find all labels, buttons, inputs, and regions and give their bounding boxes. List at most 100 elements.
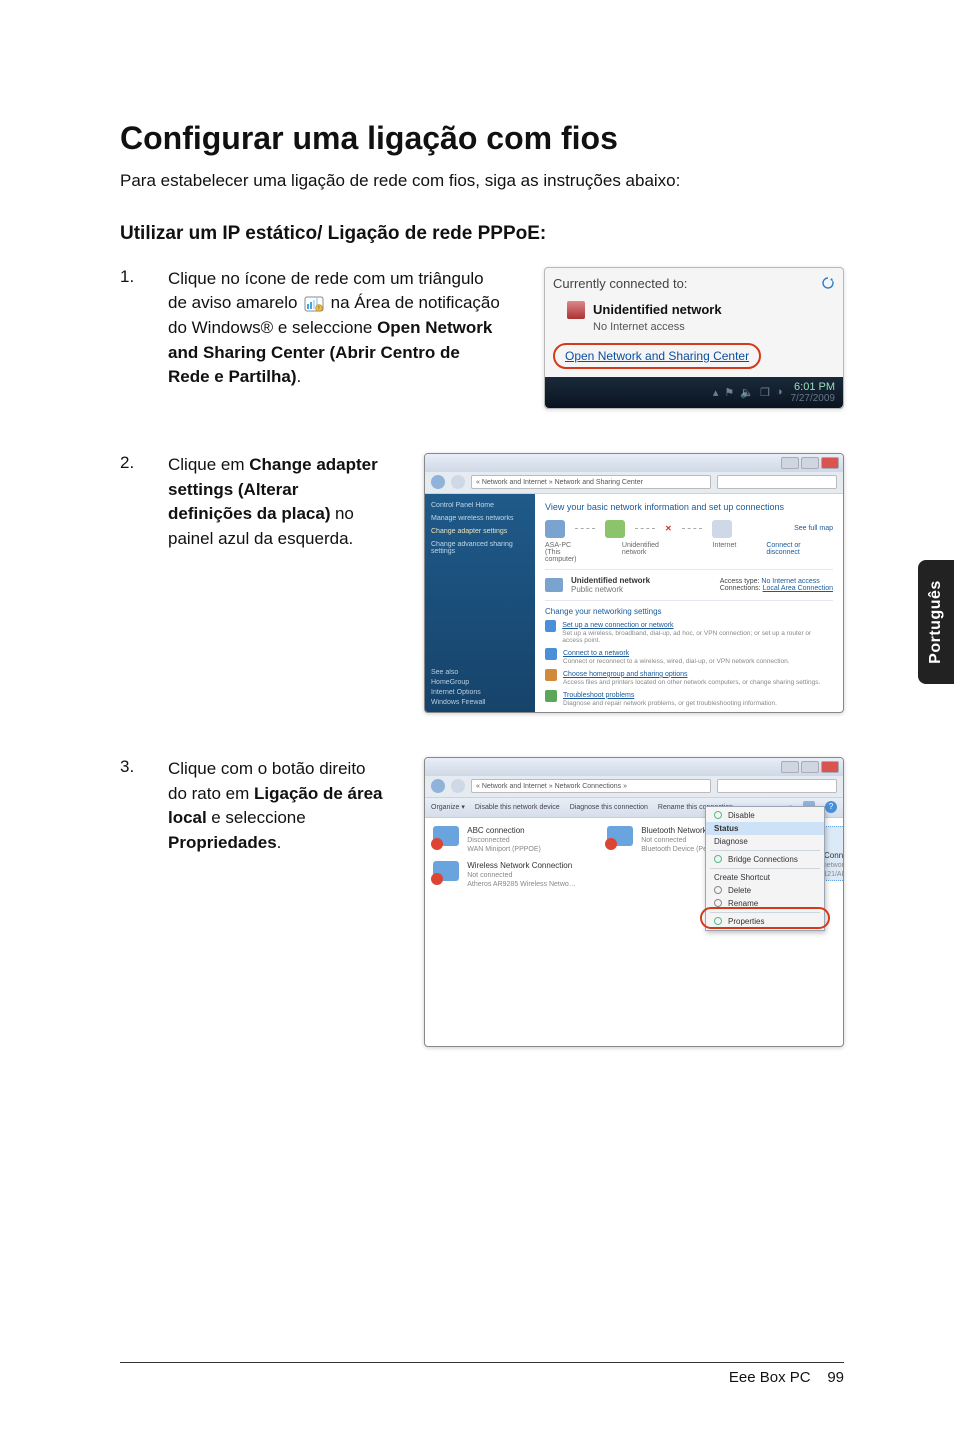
active-net-title: Unidentified network [571,576,650,585]
sidebar-manage-wireless[interactable]: Manage wireless networks [431,515,529,522]
screenshot-connections-window: « Network and Internet » Network Connect… [424,757,844,1047]
step-1: 1. Clique no ícone de rede com um triâng… [120,267,844,409]
page-title: Configurar uma ligação com fios [120,120,844,157]
see-also-firewall[interactable]: Windows Firewall [431,699,531,706]
tb-organize[interactable]: Organize ▾ [431,803,465,811]
open-sharing-center-link[interactable]: Open Network and Sharing Center [553,343,761,369]
network-sub: No Internet access [593,321,835,333]
taskbar: ▴ ⚑ 🔈 ❐ ◑ 6:01 PM 7/27/2009 [545,377,843,408]
radio-icon [714,855,722,863]
search-input[interactable] [717,779,837,793]
homegroup-link[interactable]: Choose homegroup and sharing options [563,671,688,678]
menu-disable[interactable]: Disable [706,809,824,822]
step3-c: e seleccione [211,808,306,827]
homegroup-sub: Access files and printers located on oth… [563,679,820,686]
sidebar-advanced-sharing[interactable]: Change advanced sharing settings [431,541,529,555]
step-3: 3. Clique com o botão direito do rato em… [120,757,844,1047]
conn-status: Not connected [467,872,512,879]
side-panel: Control Panel Home Manage wireless netwo… [425,494,535,712]
language-tab: Português [918,560,954,684]
connection-item[interactable]: ABC connectionDisconnectedWAN Miniport (… [433,826,583,853]
window-address-bar: « Network and Internet » Network and Sha… [425,472,843,494]
node-computer-sub: (This computer) [545,549,577,563]
conn-device: Atheros AR9285 Wireless Netwo… [467,881,576,888]
node-internet: Internet [713,542,737,563]
conn-status: Not connected [641,837,686,844]
setup-connection-link[interactable]: Set up a new connection or network [562,622,673,629]
step2-text-a: Clique em [168,455,249,474]
menu-status[interactable]: Status [706,822,824,835]
menu-diagnose[interactable]: Diagnose [706,835,824,848]
globe-icon [712,520,732,538]
tb-help-icon[interactable]: ? [825,801,837,813]
setup-connection-icon [545,620,556,632]
setup-connection-sub: Set up a wireless, broadband, dial-up, a… [562,630,833,644]
network-hub-icon [605,520,625,538]
sidebar-cp-home[interactable]: Control Panel Home [431,502,529,509]
system-clock[interactable]: 6:01 PM 7/27/2009 [791,381,836,404]
step-number: 2. [120,453,140,473]
homegroup-icon [545,669,557,681]
menu-shortcut[interactable]: Create Shortcut [706,871,824,884]
nav-back-icon[interactable] [431,475,445,489]
conn-val[interactable]: Local Area Connection [763,585,833,592]
active-network-row: Unidentified network Public network Acce… [545,569,833,601]
context-menu: Disable Status Diagnose Bridge Connectio… [705,806,825,931]
tray-flag-icon[interactable]: ⚑ [724,386,734,399]
nav-back-icon[interactable] [431,779,445,793]
window-maximize-button[interactable] [801,457,819,469]
tray-network-icon[interactable]: ❐ [760,386,770,399]
intro-text: Para estabelecer uma ligação de rede com… [120,169,844,193]
nav-fwd-icon[interactable] [451,779,465,793]
see-also-homegroup[interactable]: HomeGroup [431,679,531,686]
tray-speaker-icon[interactable]: ◑ [776,386,783,398]
connect-network-link[interactable]: Connect to a network [563,650,629,657]
screenshot-sharing-center: « Network and Internet » Network and Sha… [424,453,844,713]
tray-icons: ▴ ⚑ 🔈 ❐ ◑ [713,386,783,399]
tb-diagnose[interactable]: Diagnose this connection [570,804,648,811]
menu-rename[interactable]: Rename [706,897,824,910]
connect-disconnect-link[interactable]: Connect or disconnect [766,542,833,563]
tray-volume-icon[interactable]: 🔈 [740,386,754,399]
connection-item[interactable]: Wireless Network ConnectionNot connected… [433,861,583,888]
sidebar-change-adapter[interactable]: Change adapter settings [431,528,529,535]
window-minimize-button[interactable] [781,761,799,773]
menu-properties[interactable]: Properties [706,915,824,928]
network-icon [567,301,585,319]
window-minimize-button[interactable] [781,457,799,469]
troubleshoot-link[interactable]: Troubleshoot problems [563,692,634,699]
nav-fwd-icon[interactable] [451,475,465,489]
window-maximize-button[interactable] [801,761,819,773]
troubleshoot-icon [545,690,557,702]
see-full-map-link[interactable]: See full map [794,525,833,532]
sidebar-see-also: See also HomeGroup Internet Options Wind… [431,666,531,706]
no-connection-icon: ✕ [665,524,672,533]
address-path[interactable]: « Network and Internet » Network Connect… [471,779,711,793]
conn-status: Disconnected [467,837,509,844]
clock-time: 6:01 PM [791,381,836,393]
window-close-button[interactable] [821,457,839,469]
troubleshoot-sub: Diagnose and repair network problems, or… [563,700,777,707]
search-input[interactable] [717,475,837,489]
language-label: Português [927,580,945,664]
access-label: Access type: [720,578,760,585]
conn-label: Connections: [720,585,761,592]
connect-network-icon [545,648,557,660]
window-close-button[interactable] [821,761,839,773]
menu-delete[interactable]: Delete [706,884,824,897]
network-entry[interactable]: Unidentified network [567,301,835,319]
tray-chevron-icon[interactable]: ▴ [713,386,719,399]
address-path[interactable]: « Network and Internet » Network and Sha… [471,475,711,489]
active-net-icon [545,578,563,592]
connection-icon [433,826,461,848]
connection-icon [433,861,461,883]
tb-disable[interactable]: Disable this network device [475,804,560,811]
conn-name: ABC connection [467,826,524,835]
network-warning-icon: ! [304,296,324,312]
see-also-label: See also [431,669,531,676]
menu-bridge[interactable]: Bridge Connections [706,853,824,866]
active-net-sub: Public network [571,585,650,594]
see-also-internet-options[interactable]: Internet Options [431,689,531,696]
refresh-icon[interactable] [821,276,835,290]
network-name: Unidentified network [593,302,722,317]
